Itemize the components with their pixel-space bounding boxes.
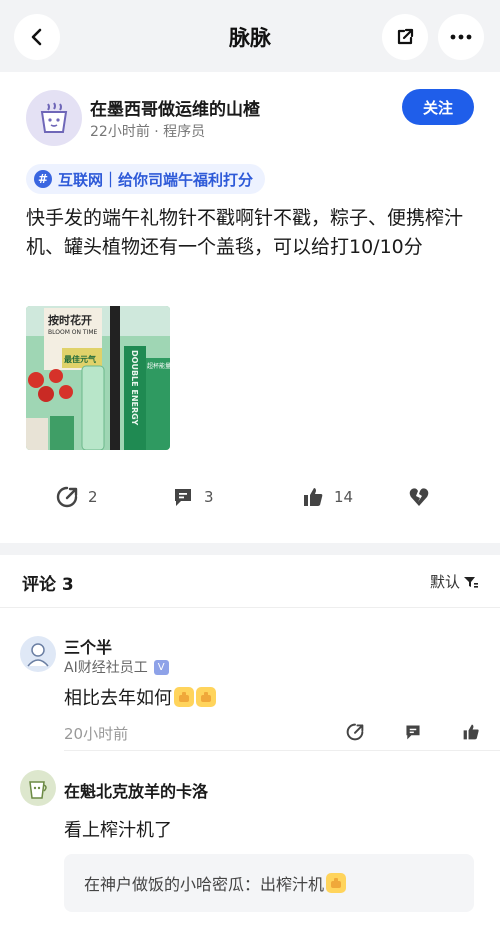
forward-icon: [56, 486, 78, 508]
post-image[interactable]: 按时花开 BLOOM ON TIME DOUBLE ENERGY 超杯能量 最佳…: [26, 306, 170, 450]
image-text-top: 按时花开: [48, 313, 92, 327]
more-button[interactable]: [438, 14, 484, 60]
user-avatar-icon: [27, 643, 49, 667]
nested-reply-text: 在神户做饭的小哈密瓜：出榨汁机: [84, 875, 325, 894]
cup-mascot-icon: [40, 102, 68, 133]
image-text-top-en: BLOOM ON TIME: [48, 329, 98, 336]
section-divider: [0, 543, 500, 555]
comment-divider: [64, 750, 500, 751]
author-meta: 22小时前 · 程序员: [90, 124, 206, 140]
emoji-icon: [326, 873, 347, 893]
more-dots-icon: [450, 34, 472, 40]
comment-icon: [175, 489, 191, 506]
comment-forward-icon[interactable]: [346, 723, 364, 741]
broken-heart-icon: [409, 488, 429, 506]
share-external-icon: [397, 28, 414, 45]
share-count: 2: [88, 488, 98, 506]
comment-author-title: AI财经社员工 V: [64, 657, 169, 677]
post-text: 快手发的端午礼物针不戳啊针不戳，粽子、便携榨汁机、罐头植物还有一个盖毯，可以给打…: [26, 207, 464, 258]
top-bar: 脉脉: [0, 0, 500, 72]
nested-reply[interactable]: 在神户做饭的小哈密瓜：出榨汁机: [64, 854, 474, 912]
follow-button[interactable]: 关注: [402, 89, 474, 125]
comment-body: 看上榨汁机了: [64, 820, 172, 841]
author-avatar[interactable]: [26, 90, 82, 146]
comment-time: 20小时前: [64, 725, 129, 743]
author-name[interactable]: 在墨西哥做运维的山楂: [90, 95, 260, 120]
comment-count: 3: [204, 488, 214, 506]
filter-sort-icon: [464, 576, 479, 588]
hashtag-icon: #: [34, 170, 52, 188]
comment-author-company: AI财经社员工: [64, 660, 148, 676]
topic-label: 互联网｜给你司端午福利打分: [58, 170, 254, 189]
image-text-side: DOUBLE ENERGY: [130, 350, 139, 426]
verified-badge-icon: V: [153, 659, 169, 675]
comment-body: 相比去年如何: [64, 688, 172, 709]
sort-dropdown[interactable]: 默认: [430, 571, 479, 592]
cup-mascot-icon: [29, 781, 47, 799]
topic-tag[interactable]: # 互联网｜给你司端午福利打分: [26, 164, 266, 194]
emoji-icon: [196, 687, 216, 707]
comment-avatar[interactable]: [20, 770, 56, 806]
like-action[interactable]: 14: [302, 486, 353, 508]
dislike-action[interactable]: [408, 486, 440, 508]
comments-title: 评论 3: [22, 575, 74, 595]
share-action[interactable]: 2: [56, 486, 98, 508]
comment-author-name[interactable]: 三个半: [64, 634, 112, 658]
comment-author-name[interactable]: 在魁北克放羊的卡洛: [64, 778, 208, 802]
comment-reply-icon[interactable]: [404, 723, 422, 741]
comment-text: 相比去年如何: [64, 684, 216, 710]
comments-header-divider: [0, 607, 500, 608]
image-text-box: 超杯能量: [147, 362, 170, 370]
emoji-icon: [174, 687, 194, 707]
comment-avatar[interactable]: [20, 636, 56, 672]
post-photo-graphic: 按时花开 BLOOM ON TIME DOUBLE ENERGY 超杯能量 最佳…: [26, 306, 170, 450]
comment-like-icon[interactable]: [462, 723, 480, 741]
comment-action[interactable]: 3: [172, 486, 214, 508]
share-button[interactable]: [382, 14, 428, 60]
thumbs-up-icon: [304, 488, 323, 506]
image-text-mid: 最佳元气: [64, 354, 96, 364]
like-count: 14: [334, 488, 354, 506]
sort-label: 默认: [430, 573, 461, 591]
